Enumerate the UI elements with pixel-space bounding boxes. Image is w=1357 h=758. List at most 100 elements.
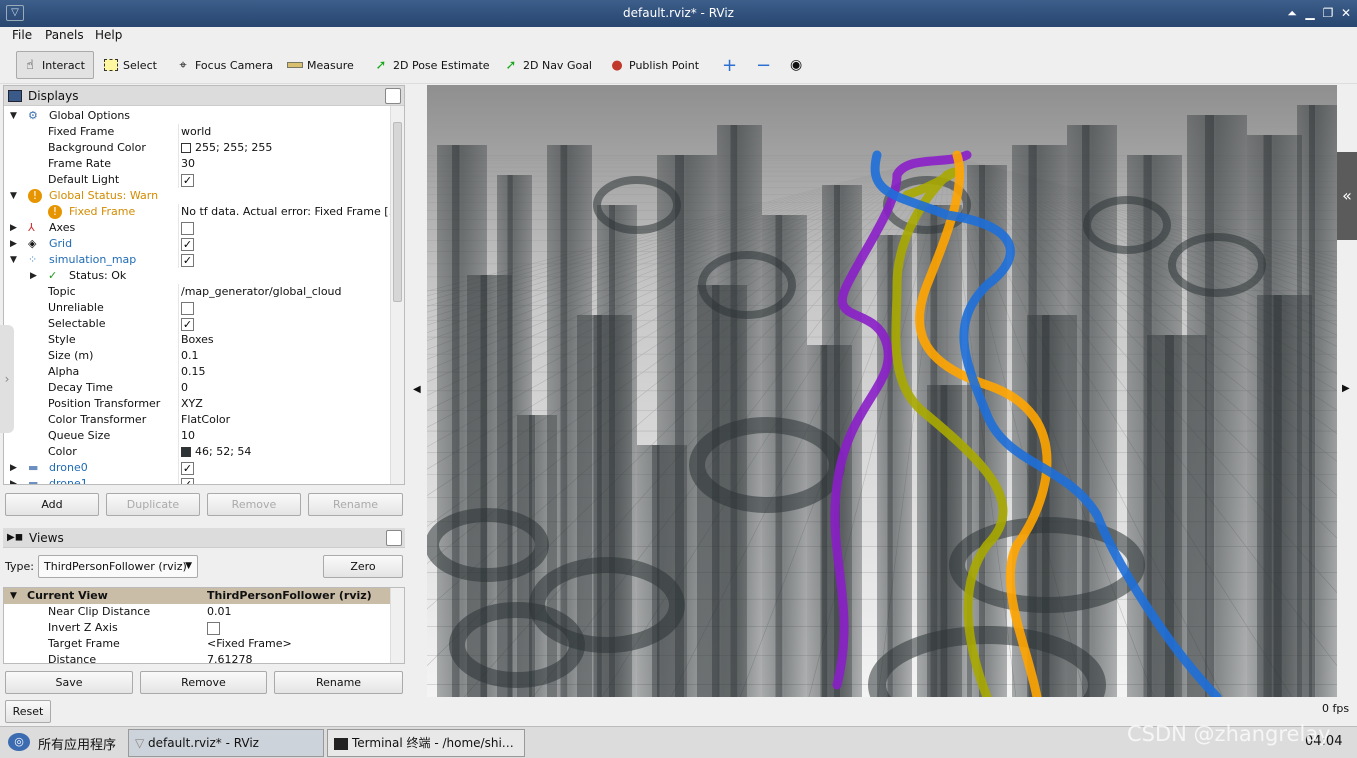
duplicate-display-button[interactable]: Duplicate: [106, 493, 200, 516]
checkmark-icon: ✓: [48, 269, 58, 282]
property-fixed-frame[interactable]: Fixed Frame world: [4, 124, 390, 140]
remove-tool-icon[interactable]: −: [752, 51, 775, 79]
property-near-clip[interactable]: Near Clip Distance 0.01: [4, 604, 390, 620]
task-rviz[interactable]: ▽ default.rviz* - RViz: [128, 729, 324, 757]
select-box-icon: [102, 56, 120, 74]
menu-file[interactable]: File: [12, 28, 32, 42]
measure-button[interactable]: Measure: [282, 51, 358, 79]
save-view-button[interactable]: Save: [5, 671, 133, 694]
view-type-label: Type:: [5, 560, 34, 573]
apps-menu-icon[interactable]: ◎: [8, 733, 30, 751]
property-topic[interactable]: Topic /map_generator/global_cloud: [4, 284, 390, 300]
selectable-checkbox[interactable]: ✓: [181, 317, 194, 331]
close-icon[interactable]: ✕: [1337, 4, 1355, 22]
expand-right-icon[interactable]: ▶: [10, 476, 17, 484]
rename-view-button[interactable]: Rename: [274, 671, 403, 694]
unreliable-checkbox[interactable]: [181, 301, 194, 315]
scene-canvas[interactable]: [427, 85, 1337, 697]
views-header: ▶◼ Views: [3, 528, 405, 548]
expand-right-icon[interactable]: ▶: [30, 268, 37, 284]
collapse-right-panel-button[interactable]: «: [1337, 152, 1357, 240]
panel-float-checkbox[interactable]: [385, 88, 401, 104]
grid-icon: ◈: [28, 237, 37, 250]
zero-button[interactable]: Zero: [323, 555, 403, 578]
tree-row-grid[interactable]: ▶ ◈ Grid ✓: [4, 236, 390, 252]
remove-display-button[interactable]: Remove: [207, 493, 301, 516]
tree-row-global-status[interactable]: ▼ ! Global Status: Warn: [4, 188, 390, 204]
property-distance[interactable]: Distance 7.61278: [4, 652, 390, 664]
property-queue-size[interactable]: Queue Size 10: [4, 428, 390, 444]
expand-down-icon[interactable]: ▼: [10, 588, 17, 604]
focus-camera-button[interactable]: ⌖ Focus Camera: [170, 51, 277, 79]
views-scrollbar[interactable]: [390, 588, 404, 663]
expand-right-icon[interactable]: ▶: [10, 220, 17, 236]
expand-down-icon[interactable]: ▼: [10, 252, 17, 268]
property-background-color[interactable]: Background Color 255; 255; 255: [4, 140, 390, 156]
tree-row-drone0[interactable]: ▶ ▬ drone0 ✓: [4, 460, 390, 476]
menu-help[interactable]: Help: [95, 28, 122, 42]
2d-nav-goal-button[interactable]: ➚ 2D Nav Goal: [498, 51, 596, 79]
tree-row-axes[interactable]: ▶ ⅄ Axes: [4, 220, 390, 236]
reset-button[interactable]: Reset: [5, 700, 51, 723]
expand-down-icon[interactable]: ▼: [10, 188, 17, 204]
property-position-transformer[interactable]: Position Transformer XYZ: [4, 396, 390, 412]
drone0-checkbox[interactable]: ✓: [181, 461, 194, 475]
maximize-icon[interactable]: ❐: [1319, 4, 1337, 22]
property-style[interactable]: Style Boxes: [4, 332, 390, 348]
expand-right-icon[interactable]: ▶: [1342, 383, 1350, 394]
toolbar: ☝ Interact Select ⌖ Focus Camera Measure ➚…: [0, 46, 1357, 84]
gear-icon: ⚙: [28, 109, 38, 122]
warning-icon: !: [28, 189, 42, 203]
shade-icon[interactable]: ⏶: [1283, 4, 1301, 22]
property-alpha[interactable]: Alpha 0.15: [4, 364, 390, 380]
current-view-row[interactable]: ▼ Current View ThirdPersonFollower (rviz…: [4, 588, 390, 604]
left-dock-handle[interactable]: ›: [0, 325, 14, 433]
collapse-left-icon[interactable]: ◀: [413, 384, 421, 395]
property-decay-time[interactable]: Decay Time 0: [4, 380, 390, 396]
tree-row-status-ok[interactable]: ▶ ✓ Status: Ok: [4, 268, 390, 284]
grid-checkbox[interactable]: ✓: [181, 237, 194, 251]
2d-pose-estimate-button[interactable]: ➚ 2D Pose Estimate: [368, 51, 494, 79]
right-dock-strip: « ▶: [1337, 85, 1357, 697]
property-color-transformer[interactable]: Color Transformer FlatColor: [4, 412, 390, 428]
tree-row-global-options[interactable]: ▼ ⚙ Global Options: [4, 108, 390, 124]
tree-row-simulation-map[interactable]: ▼ ⁘ simulation_map ✓: [4, 252, 390, 268]
render-3d-view[interactable]: [427, 85, 1337, 697]
rename-display-button[interactable]: Rename: [308, 493, 403, 516]
simulation-map-checkbox[interactable]: ✓: [181, 253, 194, 267]
invert-z-checkbox[interactable]: [207, 621, 220, 635]
remove-view-button[interactable]: Remove: [140, 671, 267, 694]
property-frame-rate[interactable]: Frame Rate 30: [4, 156, 390, 172]
property-size[interactable]: Size (m) 0.1: [4, 348, 390, 364]
expand-right-icon[interactable]: ▶: [10, 236, 17, 252]
minimize-icon[interactable]: ▁: [1301, 4, 1319, 22]
eye-icon[interactable]: ◉: [786, 51, 806, 79]
property-target-frame[interactable]: Target Frame <Fixed Frame>: [4, 636, 390, 652]
select-button[interactable]: Select: [98, 51, 161, 79]
expand-down-icon[interactable]: ▼: [10, 108, 17, 124]
add-tool-icon[interactable]: +: [718, 51, 741, 79]
drone1-checkbox[interactable]: ✓: [181, 477, 194, 484]
add-display-button[interactable]: Add: [5, 493, 99, 516]
publish-point-button[interactable]: ● Publish Point: [604, 51, 703, 79]
property-unreliable[interactable]: Unreliable: [4, 300, 390, 316]
property-default-light[interactable]: Default Light ✓: [4, 172, 390, 188]
tree-row-fixed-frame-warning[interactable]: ! Fixed Frame No tf data. Actual error: …: [4, 204, 390, 220]
displays-scrollbar[interactable]: [390, 106, 404, 484]
displays-panel: Displays ▼ ⚙ Global Options Fixed Frame …: [3, 85, 405, 485]
property-invert-z[interactable]: Invert Z Axis: [4, 620, 390, 636]
axes-checkbox[interactable]: [181, 221, 194, 235]
rviz-icon[interactable]: ▽: [6, 5, 24, 21]
property-color[interactable]: Color 46; 52; 54: [4, 444, 390, 460]
default-light-checkbox[interactable]: ✓: [181, 173, 194, 187]
expand-right-icon[interactable]: ▶: [10, 460, 17, 476]
interact-button[interactable]: ☝ Interact: [16, 51, 94, 79]
panel-float-checkbox[interactable]: [386, 530, 402, 546]
task-terminal[interactable]: Terminal 终端 - /home/shi…: [327, 729, 525, 757]
view-type-select[interactable]: ThirdPersonFollower (rviz) ▼: [38, 555, 198, 578]
tree-row-drone1[interactable]: ▶ ▬ drone1 ✓: [4, 476, 390, 484]
chevron-down-icon: ▼: [185, 561, 192, 571]
all-apps-button[interactable]: 所有应用程序: [38, 734, 116, 753]
menu-panels[interactable]: Panels: [45, 28, 84, 42]
property-selectable[interactable]: Selectable ✓: [4, 316, 390, 332]
